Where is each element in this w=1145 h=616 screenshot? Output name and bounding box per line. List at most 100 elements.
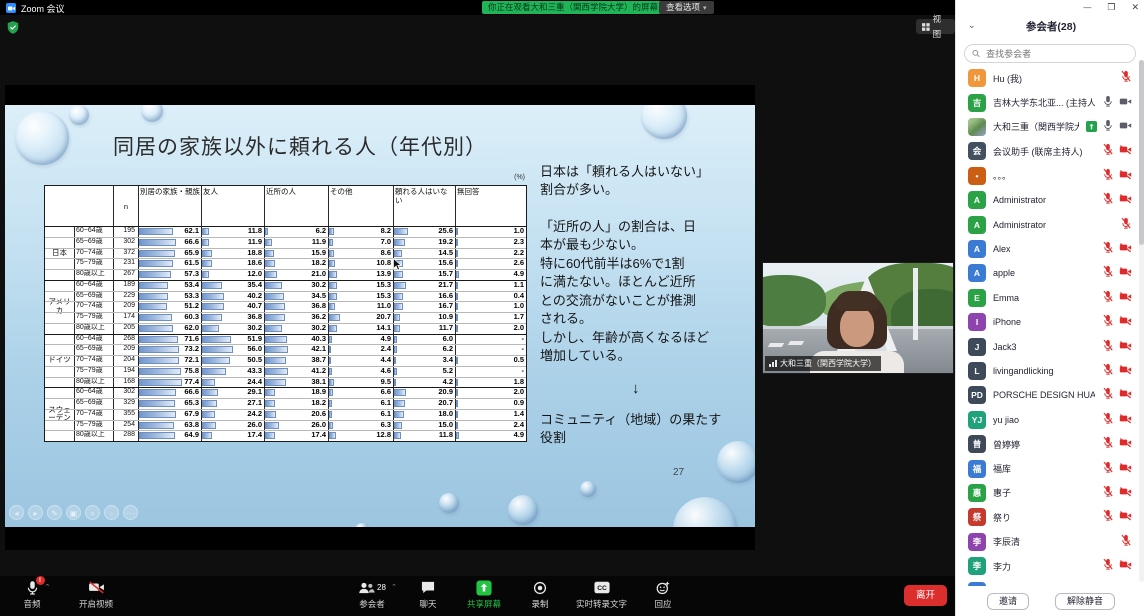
table-cell: 10.8	[328, 258, 393, 269]
participant-row[interactable]: 惠惠子	[956, 481, 1142, 505]
toolbar-button-mic[interactable]: !⌃音频	[12, 579, 52, 610]
participant-row[interactable]: AAdministrator	[956, 212, 1142, 236]
bubble-decoration	[580, 481, 596, 497]
slides-overview-button[interactable]: ▣	[66, 505, 81, 520]
participant-name: 曾婷婷	[993, 438, 1095, 451]
maximize-button[interactable]: ❐	[1107, 2, 1115, 13]
value-bar	[265, 336, 287, 343]
value-bar	[329, 271, 337, 278]
table-cell: 60~64歳	[74, 387, 115, 398]
participant-row[interactable]: 会会议助手 (联席主持人)	[956, 139, 1142, 163]
participant-row[interactable]: JJack3	[956, 334, 1142, 358]
more-options-button[interactable]: ⋯	[123, 505, 138, 520]
value-bar	[202, 293, 224, 300]
participant-row[interactable]: PDPORSCHE DESIGN HUAWEI Mat...	[956, 383, 1142, 407]
security-shield-icon[interactable]	[7, 21, 19, 39]
value-bar	[139, 368, 181, 375]
toolbar-button-chat[interactable]: 聊天	[408, 579, 448, 610]
avatar: 曾	[968, 435, 986, 453]
participant-row[interactable]	[956, 578, 1142, 586]
pen-tool-button[interactable]: ✎	[47, 505, 62, 520]
table-cell: 268	[113, 334, 138, 345]
toolbar-button-cc[interactable]: CC实时转录文字	[576, 579, 627, 610]
invite-button[interactable]: 邀请	[987, 593, 1029, 610]
value-bar	[394, 368, 397, 375]
table-cell: 11.0	[328, 301, 393, 312]
participant-row[interactable]: EEmma	[956, 286, 1142, 310]
participant-row[interactable]: 曾曾婷婷	[956, 432, 1142, 456]
table-cell: 80歳以上	[74, 430, 115, 441]
bubble-decoration	[508, 495, 538, 525]
toolbar-button-record[interactable]: 录制	[520, 579, 560, 610]
participant-list: HHu (我)吉吉林大学东北亚... (主持人) 大和三重（関西学院大... 会会议…	[956, 66, 1142, 586]
value-bar	[394, 303, 403, 310]
participant-row[interactable]: AAdministrator	[956, 188, 1142, 212]
value-bar	[139, 357, 179, 364]
participant-row[interactable]: AAlex	[956, 237, 1142, 261]
avatar: YJ	[968, 411, 986, 429]
record-icon	[533, 579, 547, 596]
participant-name: Administrator	[993, 220, 1113, 230]
laser-button[interactable]: ◦	[104, 505, 119, 520]
unmute-all-button[interactable]: 解除静音	[1055, 593, 1115, 610]
participant-row[interactable]: 李李力	[956, 554, 1142, 578]
participant-name: livingandlicking	[993, 366, 1095, 376]
participant-row[interactable]: 李李辰清	[956, 530, 1142, 554]
toolbar-button-share-screen[interactable]: 共享屏幕	[464, 579, 504, 610]
close-button[interactable]: ✕	[1131, 2, 1139, 13]
scrollbar-thumb[interactable]	[1139, 60, 1144, 245]
prev-slide-button[interactable]: ◂	[9, 505, 24, 520]
toolbar-button-reactions[interactable]: 回应	[643, 579, 683, 610]
participant-row[interactable]: HHu (我)	[956, 66, 1142, 90]
presenter-video-thumbnail[interactable]: 大和三重（関西学院大学）	[762, 262, 954, 374]
scrollbar[interactable]	[1139, 60, 1144, 582]
value-bar	[329, 422, 333, 429]
table-cell: -	[455, 344, 526, 355]
participant-row[interactable]: 福福库	[956, 456, 1142, 480]
table-cell: 80歳以上	[74, 269, 115, 280]
value-bar	[456, 389, 458, 396]
table-cell: 7.0	[328, 237, 393, 248]
table-cell: 205	[113, 323, 138, 334]
table-cell: 50.5	[201, 355, 264, 366]
camera-off-icon	[1119, 411, 1132, 429]
value-bar	[456, 357, 458, 364]
avatar: PD	[968, 386, 986, 404]
value-bar	[265, 271, 277, 278]
value-bar	[139, 228, 173, 235]
search-icon	[972, 49, 980, 58]
table-cell: 8.6	[328, 248, 393, 259]
value-bar	[265, 411, 276, 418]
toolbar-button-camera-off[interactable]: 开启视频	[76, 579, 116, 610]
participant-row[interactable]: YJyu jiao	[956, 408, 1142, 432]
table-cell: 51.9	[201, 334, 264, 345]
toolbar-button-participants[interactable]: 28⌃参会者	[352, 579, 392, 610]
next-slide-button[interactable]: ▸	[28, 505, 43, 520]
participant-name: 大和三重（関西学院大...	[993, 120, 1079, 133]
table-cell: 70~74歳	[74, 301, 115, 312]
view-layout-button[interactable]: 视图	[916, 19, 955, 34]
minimize-button[interactable]: —	[1083, 3, 1091, 12]
chevron-up-icon: ⌃	[391, 583, 397, 591]
zoom-tool-button[interactable]: ⌕	[85, 505, 100, 520]
table-cell: 209	[113, 344, 138, 355]
value-bar	[329, 325, 337, 332]
participant-row[interactable]: 吉吉林大学东北亚... (主持人)	[956, 90, 1142, 114]
participant-row[interactable]: Llivingandlicking	[956, 359, 1142, 383]
value-bar	[456, 293, 458, 300]
leave-meeting-button[interactable]: 离开	[904, 585, 947, 606]
participant-row[interactable]: 大和三重（関西学院大...	[956, 115, 1142, 139]
participant-row[interactable]: 祭祭り	[956, 505, 1142, 529]
table-cell: 63.8	[138, 420, 201, 431]
search-input[interactable]	[984, 48, 1128, 60]
participant-search[interactable]	[964, 44, 1136, 63]
table-cell: 195	[113, 226, 138, 237]
participant-row[interactable]: IiPhone	[956, 310, 1142, 334]
table-cell: 62.1	[138, 226, 201, 237]
value-bar	[139, 346, 179, 353]
table-cell: 80歳以上	[74, 323, 115, 334]
participant-row[interactable]: Aapple	[956, 261, 1142, 285]
participant-row[interactable]: •。。。	[956, 164, 1142, 188]
view-options-button[interactable]: 查看选项▾	[659, 1, 714, 14]
value-bar	[139, 400, 175, 407]
